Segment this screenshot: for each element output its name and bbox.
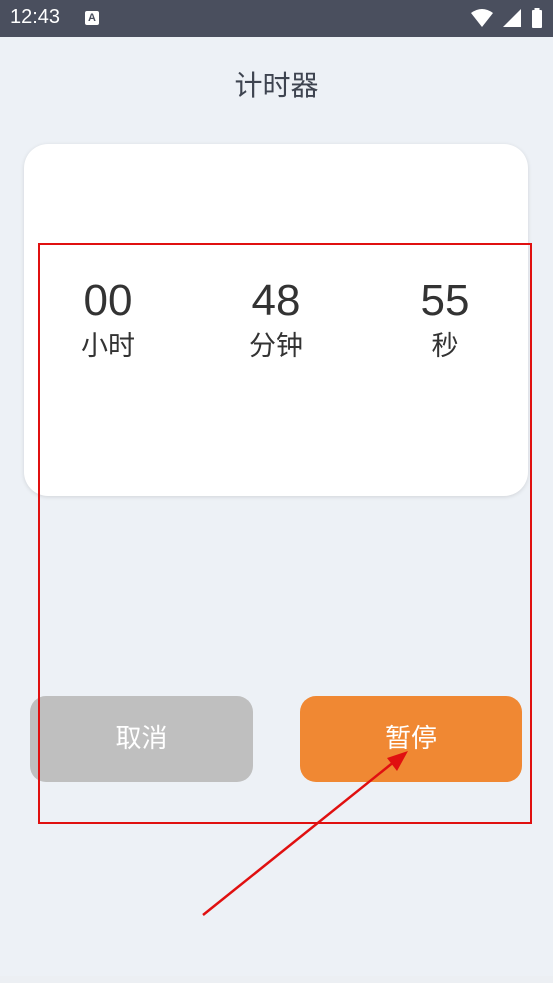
text-notification-icon: A <box>85 11 99 25</box>
seconds-display: 55 秒 <box>375 276 515 366</box>
minutes-label: 分钟 <box>249 331 303 362</box>
seconds-value: 55 <box>420 276 470 325</box>
seconds-label: 秒 <box>431 331 459 362</box>
signal-icon <box>502 9 521 27</box>
navigation-strip <box>0 976 553 983</box>
status-bar: 12:43 A <box>0 0 553 37</box>
battery-icon <box>532 8 542 28</box>
cancel-button[interactable]: 取消 <box>30 696 253 782</box>
hours-display: 00 小时 <box>38 276 178 366</box>
status-time: 12:43 <box>10 6 61 28</box>
wifi-icon <box>470 9 493 27</box>
hours-label: 小时 <box>81 331 135 362</box>
minutes-display: 48 分钟 <box>206 276 346 366</box>
hours-value: 00 <box>83 276 133 325</box>
timer-card: 00 小时 48 分钟 55 秒 <box>24 144 528 496</box>
system-icons <box>467 8 543 30</box>
page-title: 计时器 <box>234 69 319 102</box>
pause-button[interactable]: 暂停 <box>300 696 522 782</box>
minutes-value: 48 <box>251 276 301 325</box>
